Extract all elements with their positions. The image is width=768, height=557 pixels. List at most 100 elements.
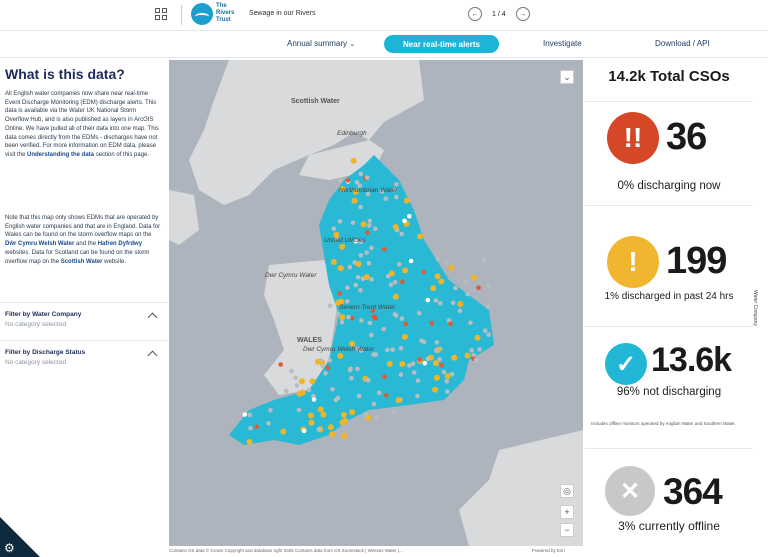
cso-marker[interactable] <box>359 318 364 323</box>
cso-marker[interactable] <box>417 233 424 240</box>
cso-marker[interactable] <box>320 411 327 418</box>
cso-marker[interactable] <box>388 270 395 277</box>
cso-marker[interactable] <box>323 371 328 376</box>
cso-marker[interactable] <box>382 374 387 380</box>
cso-marker[interactable] <box>330 386 335 392</box>
cso-marker[interactable] <box>386 360 393 367</box>
cso-marker[interactable] <box>388 282 394 287</box>
cso-marker[interactable] <box>482 328 488 334</box>
cso-marker[interactable] <box>411 370 417 375</box>
cso-marker[interactable] <box>341 432 348 439</box>
cso-marker[interactable] <box>242 412 248 417</box>
cso-marker[interactable] <box>356 393 362 399</box>
cso-marker[interactable] <box>382 247 387 252</box>
tab-investigate[interactable]: Investigate <box>543 39 582 48</box>
cso-marker[interactable] <box>448 321 453 327</box>
cso-marker[interactable] <box>247 412 253 418</box>
cso-marker[interactable] <box>335 311 341 316</box>
cso-marker[interactable] <box>268 408 273 413</box>
cso-marker[interactable] <box>329 431 336 438</box>
cso-marker[interactable] <box>363 274 370 280</box>
cso-marker[interactable] <box>337 265 344 272</box>
cso-marker[interactable] <box>434 273 441 280</box>
cso-marker[interactable] <box>407 363 412 368</box>
cso-marker[interactable] <box>369 277 374 282</box>
cso-marker[interactable] <box>477 347 482 352</box>
cso-marker[interactable] <box>327 303 333 308</box>
cso-marker[interactable] <box>254 424 259 430</box>
cso-marker[interactable] <box>335 395 341 401</box>
cso-marker[interactable] <box>384 392 389 398</box>
cso-marker[interactable] <box>337 352 344 359</box>
cso-marker[interactable] <box>403 321 408 327</box>
cso-marker[interactable] <box>289 368 294 374</box>
cso-marker[interactable] <box>439 363 445 368</box>
cso-marker[interactable] <box>438 300 443 306</box>
cso-marker[interactable] <box>337 291 342 296</box>
cso-marker[interactable] <box>448 264 455 271</box>
cso-marker[interactable] <box>473 357 479 363</box>
cso-marker[interactable] <box>366 261 372 266</box>
cso-marker[interactable] <box>369 332 374 338</box>
cso-marker[interactable] <box>402 218 407 224</box>
arrow-right-icon[interactable]: → <box>515 7 530 21</box>
cso-marker[interactable] <box>369 245 374 251</box>
side-tab-water-company[interactable]: Water Company <box>752 290 758 326</box>
cso-marker[interactable] <box>365 230 370 235</box>
cso-marker[interactable] <box>355 275 361 280</box>
cso-marker[interactable] <box>430 285 437 292</box>
cso-marker[interactable] <box>407 214 412 219</box>
cso-marker[interactable] <box>398 372 404 377</box>
cso-marker[interactable] <box>398 345 404 351</box>
cso-marker[interactable] <box>476 285 481 290</box>
cso-marker[interactable] <box>301 428 307 434</box>
cso-marker[interactable] <box>481 257 487 263</box>
cso-marker[interactable] <box>392 224 399 230</box>
cso-marker[interactable] <box>296 407 302 413</box>
cso-marker[interactable] <box>464 279 469 285</box>
cso-marker[interactable] <box>353 282 358 288</box>
cso-marker[interactable] <box>338 178 343 183</box>
cso-marker[interactable] <box>284 388 289 394</box>
filter-discharge-status[interactable]: Filter by Discharge Status No category s… <box>5 349 160 366</box>
cso-marker[interactable] <box>433 374 440 381</box>
cso-marker[interactable] <box>365 378 371 383</box>
cso-marker[interactable] <box>393 313 399 318</box>
cso-marker[interactable] <box>346 314 351 320</box>
cso-marker[interactable] <box>309 378 316 385</box>
tab-near-real-time-alerts[interactable]: Near real-time alerts <box>384 35 499 53</box>
cso-marker[interactable] <box>311 397 317 402</box>
gear-icon[interactable]: ⚙ <box>4 541 15 555</box>
cso-marker[interactable] <box>347 367 353 373</box>
cso-marker[interactable] <box>351 197 358 204</box>
arrow-left-icon[interactable]: ← <box>468 7 482 21</box>
cso-marker[interactable] <box>444 379 450 384</box>
zoom-out-button[interactable]: − <box>560 523 574 537</box>
cso-marker[interactable] <box>457 308 463 313</box>
cso-marker[interactable] <box>337 219 343 224</box>
cso-marker[interactable] <box>345 178 351 183</box>
cso-marker[interactable] <box>421 269 426 275</box>
cso-marker[interactable] <box>401 333 408 340</box>
tab-annual-summary[interactable]: Annual summary ⌄ <box>287 39 355 48</box>
cso-marker[interactable] <box>419 338 424 344</box>
cso-marker[interactable] <box>306 387 312 393</box>
cso-marker[interactable] <box>416 310 422 316</box>
cso-marker[interactable] <box>349 409 356 416</box>
understanding-data-link[interactable]: Understanding the data <box>27 152 94 158</box>
cso-marker[interactable] <box>266 421 271 426</box>
cso-marker[interactable] <box>399 231 404 237</box>
cso-marker[interactable] <box>394 194 399 200</box>
cso-marker[interactable] <box>347 264 353 270</box>
cso-marker[interactable] <box>328 424 334 431</box>
cso-marker[interactable] <box>457 301 464 307</box>
cso-marker[interactable] <box>363 412 369 418</box>
cso-marker[interactable] <box>392 280 398 285</box>
cso-marker[interactable] <box>485 304 491 310</box>
cso-marker[interactable] <box>486 332 491 338</box>
cso-marker[interactable] <box>293 375 298 380</box>
cso-marker[interactable] <box>486 283 491 288</box>
cso-marker[interactable] <box>395 397 402 404</box>
cso-marker[interactable] <box>331 226 337 231</box>
cso-marker[interactable] <box>358 288 363 293</box>
